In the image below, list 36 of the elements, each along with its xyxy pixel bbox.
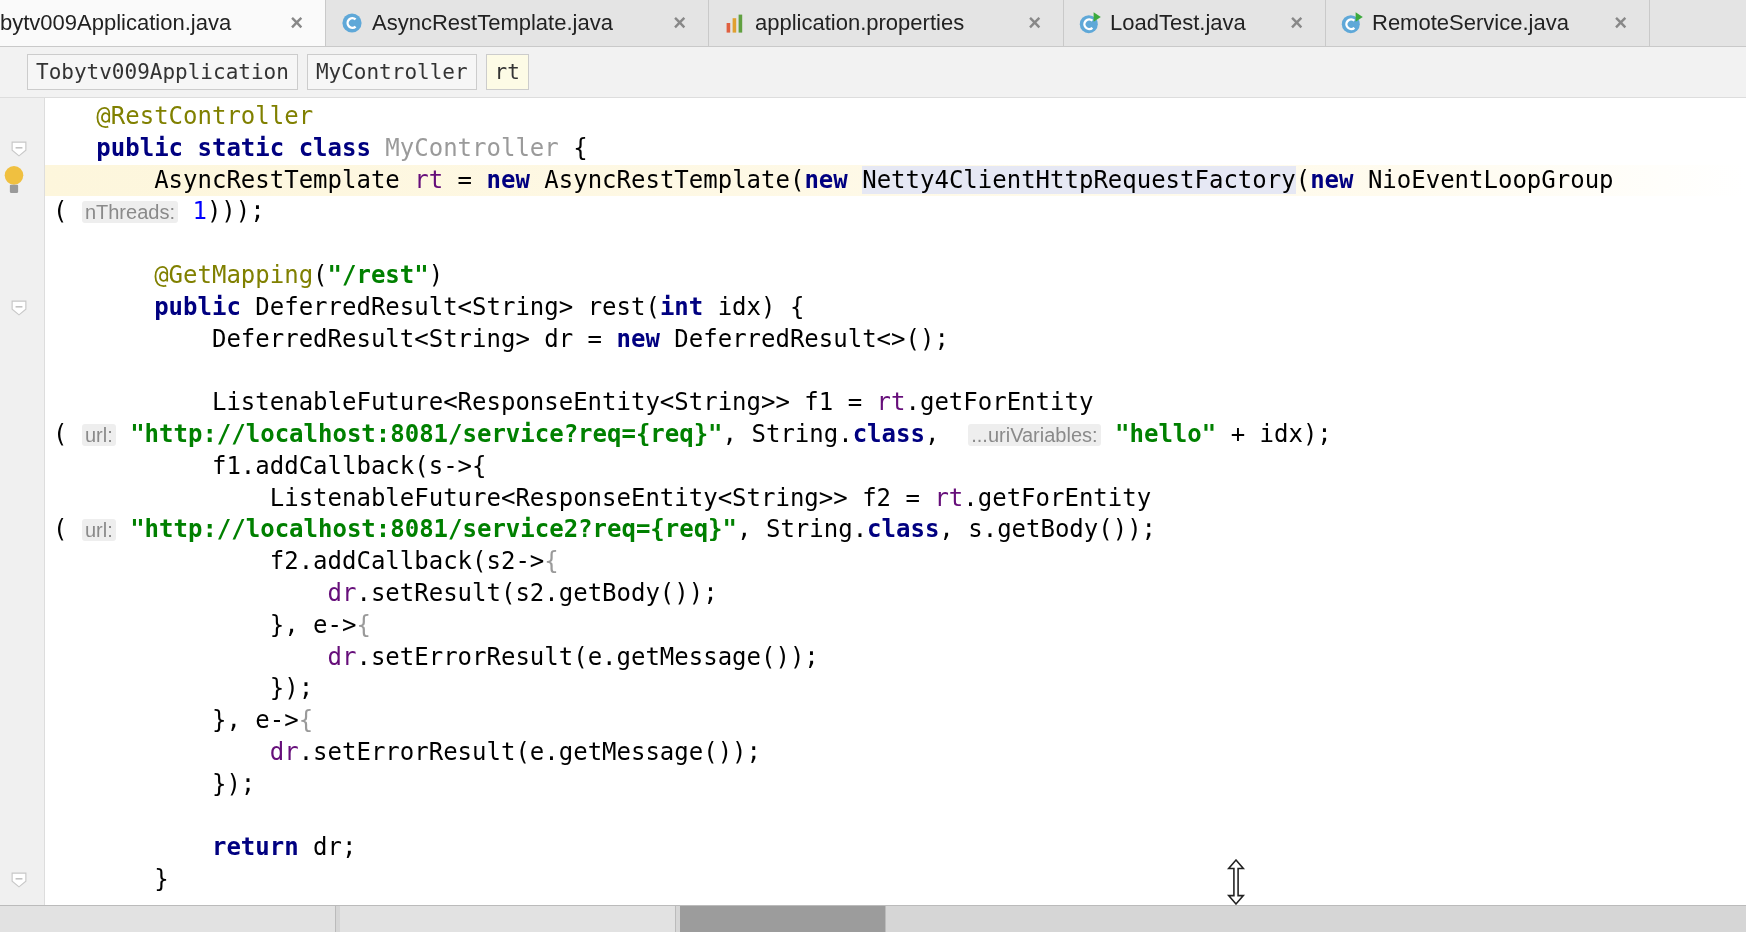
code-line: dr.setErrorResult(e.getMessage()); [326, 641, 819, 673]
code-line: dr.setResult(s2.getBody()); [326, 577, 718, 609]
code-line: }); [210, 768, 256, 800]
code-line: }, e->{ [268, 609, 371, 641]
code-line: ( nThreads: 1))); [52, 196, 265, 228]
code-line: ( url: "http://localhost:8081/service2?req={req}", String.class, s.getBody()); [52, 514, 1157, 546]
code-line: } [153, 864, 169, 896]
tool-window-tab[interactable] [340, 906, 676, 932]
code-line: public static class MyController { [95, 132, 588, 164]
fold-marker-icon[interactable] [11, 872, 27, 889]
code-line: f1.addCallback(s->{ [210, 450, 487, 482]
tool-window-tab[interactable] [680, 906, 886, 932]
tool-window-tab[interactable] [0, 906, 336, 932]
code-line: ( url: "http://localhost:8081/service?req={req}", String.class, ...uriVariables: "hello" + idx); [52, 418, 1332, 450]
code-line: public DeferredResult<String> rest(int idx) { [153, 291, 805, 323]
fold-marker-icon[interactable] [11, 140, 27, 157]
code-line: }); [268, 673, 314, 705]
code-line: f2.addCallback(s2->{ [268, 546, 559, 578]
code-line: DeferredResult<String> dr = new DeferredResult<>(); [210, 323, 949, 355]
code-line: @RestController [95, 101, 314, 132]
resize-cursor-icon [1225, 859, 1247, 905]
breadcrumb[interactable]: MyController [306, 54, 477, 90]
lightbulb-icon[interactable] [3, 164, 25, 196]
class-file-icon [340, 11, 364, 35]
code-line: ListenableFuture<ResponseEntity<String>> f2 = rt.getForEntity [268, 482, 1152, 514]
breadcrumb[interactable]: Tobytv009Application [27, 54, 298, 90]
code-line: ListenableFuture<ResponseEntity<String>> f1 = rt.getForEntity [210, 387, 1094, 419]
class-run-icon [1340, 11, 1364, 35]
breadcrumb[interactable]: rt [485, 54, 529, 90]
fold-marker-icon[interactable] [11, 299, 27, 316]
code-line: }, e->{ [210, 705, 314, 737]
code-line: dr.setErrorResult(e.getMessage()); [268, 736, 761, 768]
code-line: @GetMapping("/rest") [153, 260, 444, 291]
code-line: return dr; [210, 832, 357, 864]
editor-tab[interactable]: bytv009Application.java × [0, 0, 326, 46]
class-run-icon [1078, 11, 1102, 35]
